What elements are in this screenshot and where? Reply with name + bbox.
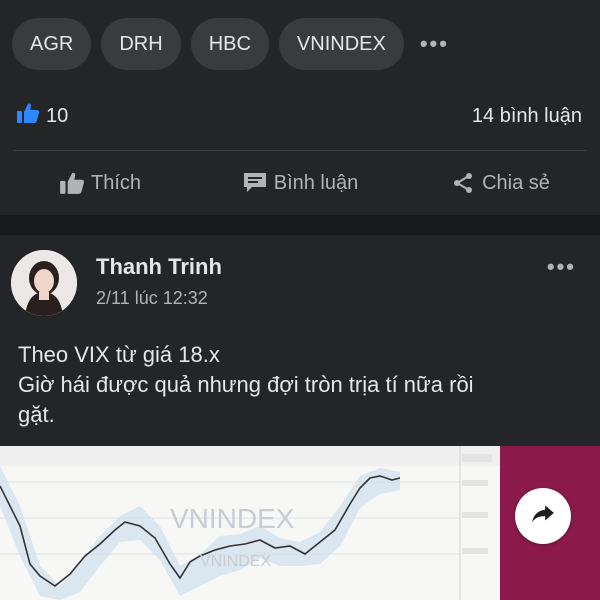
comment-button[interactable]: Bình luận <box>200 160 400 206</box>
comment-label: Bình luận <box>273 171 359 194</box>
like-button[interactable]: Thích <box>0 160 200 206</box>
tag-vnindex[interactable]: VNINDEX <box>278 18 404 70</box>
tag-drh[interactable]: DRH <box>101 18 181 70</box>
post-action-bar: Thích Bình luận Chia sẻ <box>0 160 600 206</box>
post-options-icon[interactable]: ••• <box>547 254 576 280</box>
share-icon <box>450 171 476 195</box>
share-arrow-button[interactable] <box>515 488 571 544</box>
share-label: Chia sẻ <box>482 171 550 194</box>
post-text-line: gặt. <box>18 402 55 427</box>
forward-arrow-icon <box>530 502 556 531</box>
divider <box>14 150 586 151</box>
comment-icon <box>242 171 268 195</box>
tag-hbc[interactable]: HBC <box>190 18 269 70</box>
comment-count[interactable]: 14 bình luận <box>472 105 582 128</box>
ticker-tag-row: AGR DRH HBC VNINDEX ••• <box>12 18 449 70</box>
post-text-line: Giờ hái được quả nhưng đợi tròn trịa tí … <box>18 372 474 397</box>
post-timestamp[interactable]: 2/11 lúc 12:32 <box>96 288 208 309</box>
author-name[interactable]: Thanh Trinh <box>96 254 222 280</box>
thumbs-up-outline-icon <box>59 171 85 195</box>
share-button[interactable]: Chia sẻ <box>400 160 600 206</box>
chart-watermark: VNINDEX <box>170 503 295 534</box>
chart-watermark-small: VNINDEX <box>200 553 271 570</box>
more-tags-icon[interactable]: ••• <box>420 31 449 57</box>
avatar[interactable] <box>11 250 77 316</box>
post-body: Theo VIX từ giá 18.x Giờ hái được quả nh… <box>18 340 578 430</box>
like-summary[interactable]: 10 <box>16 102 68 130</box>
like-count: 10 <box>46 104 69 127</box>
chart-screenshot-image[interactable]: VNINDEX VNINDEX <box>0 446 500 600</box>
feed-separator <box>0 215 600 235</box>
post-header: Thanh Trinh 2/11 lúc 12:32 ••• <box>0 244 600 324</box>
reaction-summary: 10 14 bình luận <box>0 98 600 134</box>
like-label: Thích <box>90 171 142 194</box>
thumbs-up-icon <box>16 102 40 130</box>
attached-media[interactable]: VNINDEX VNINDEX <box>0 446 600 600</box>
tag-agr[interactable]: AGR <box>12 18 92 70</box>
post-text-line: Theo VIX từ giá 18.x <box>18 342 220 367</box>
